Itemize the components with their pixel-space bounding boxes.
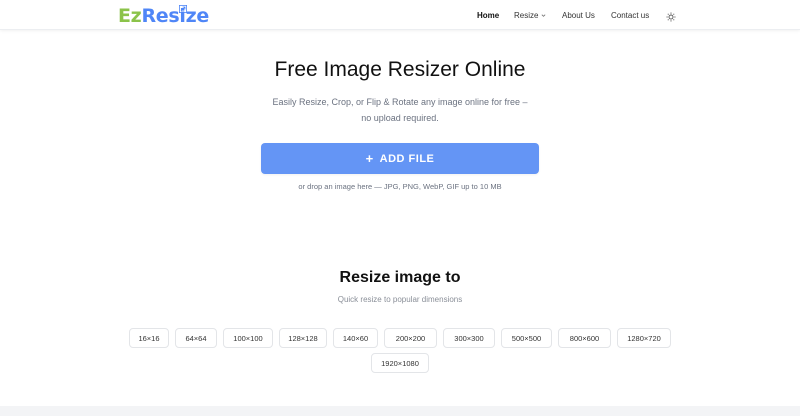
logo-text-ez: Ez	[118, 5, 142, 27]
theme-toggle-button[interactable]	[666, 10, 676, 22]
page-title: Free Image Resizer Online	[274, 58, 526, 81]
nav-resize[interactable]: Resize	[514, 0, 546, 30]
preset-chip-200x200[interactable]: 200×200	[384, 328, 437, 348]
nav-about[interactable]: About Us	[562, 0, 595, 30]
preset-chip-16x16[interactable]: 16×16	[129, 328, 169, 348]
preset-chip-1920x1080[interactable]: 1920×1080	[371, 353, 429, 373]
plus-icon: +	[365, 151, 374, 166]
chevron-down-icon	[541, 13, 546, 17]
preset-chip-100x100[interactable]: 100×100	[223, 328, 273, 348]
preset-chip-140x60[interactable]: 140×60	[333, 328, 378, 348]
presets-subtitle: Quick resize to popular dimensions	[337, 295, 463, 304]
preset-chip-300x300[interactable]: 300×300	[443, 328, 495, 348]
sun-icon	[666, 12, 676, 22]
preset-chip-1280x720[interactable]: 1280×720	[617, 328, 671, 348]
site-header: EzResize Home Resize About Us Contact us	[0, 0, 800, 30]
preset-chip-800x600[interactable]: 800×600	[558, 328, 611, 348]
footer-band	[0, 406, 800, 416]
add-file-button[interactable]: + ADD FILE	[261, 143, 539, 174]
preset-chip-500x500[interactable]: 500×500	[501, 328, 552, 348]
drop-hint: or drop an image here — JPG, PNG, WebP, …	[298, 182, 502, 191]
page-subtitle: Easily Resize, Crop, or Flip & Rotate an…	[272, 97, 528, 123]
preset-chip-64x64[interactable]: 64×64	[175, 328, 217, 348]
nav-resize-label: Resize	[514, 10, 539, 20]
preset-chip-128x128[interactable]: 128×128	[279, 328, 327, 348]
resize-arrow-icon	[179, 5, 187, 13]
presets-title: Resize image to	[339, 269, 461, 286]
logo-text-resize: Resize	[141, 5, 209, 27]
nav-home[interactable]: Home	[477, 0, 499, 30]
site-logo[interactable]: EzResize	[118, 4, 209, 28]
nav-contact[interactable]: Contact us	[611, 0, 649, 30]
add-file-label: ADD FILE	[379, 152, 435, 165]
